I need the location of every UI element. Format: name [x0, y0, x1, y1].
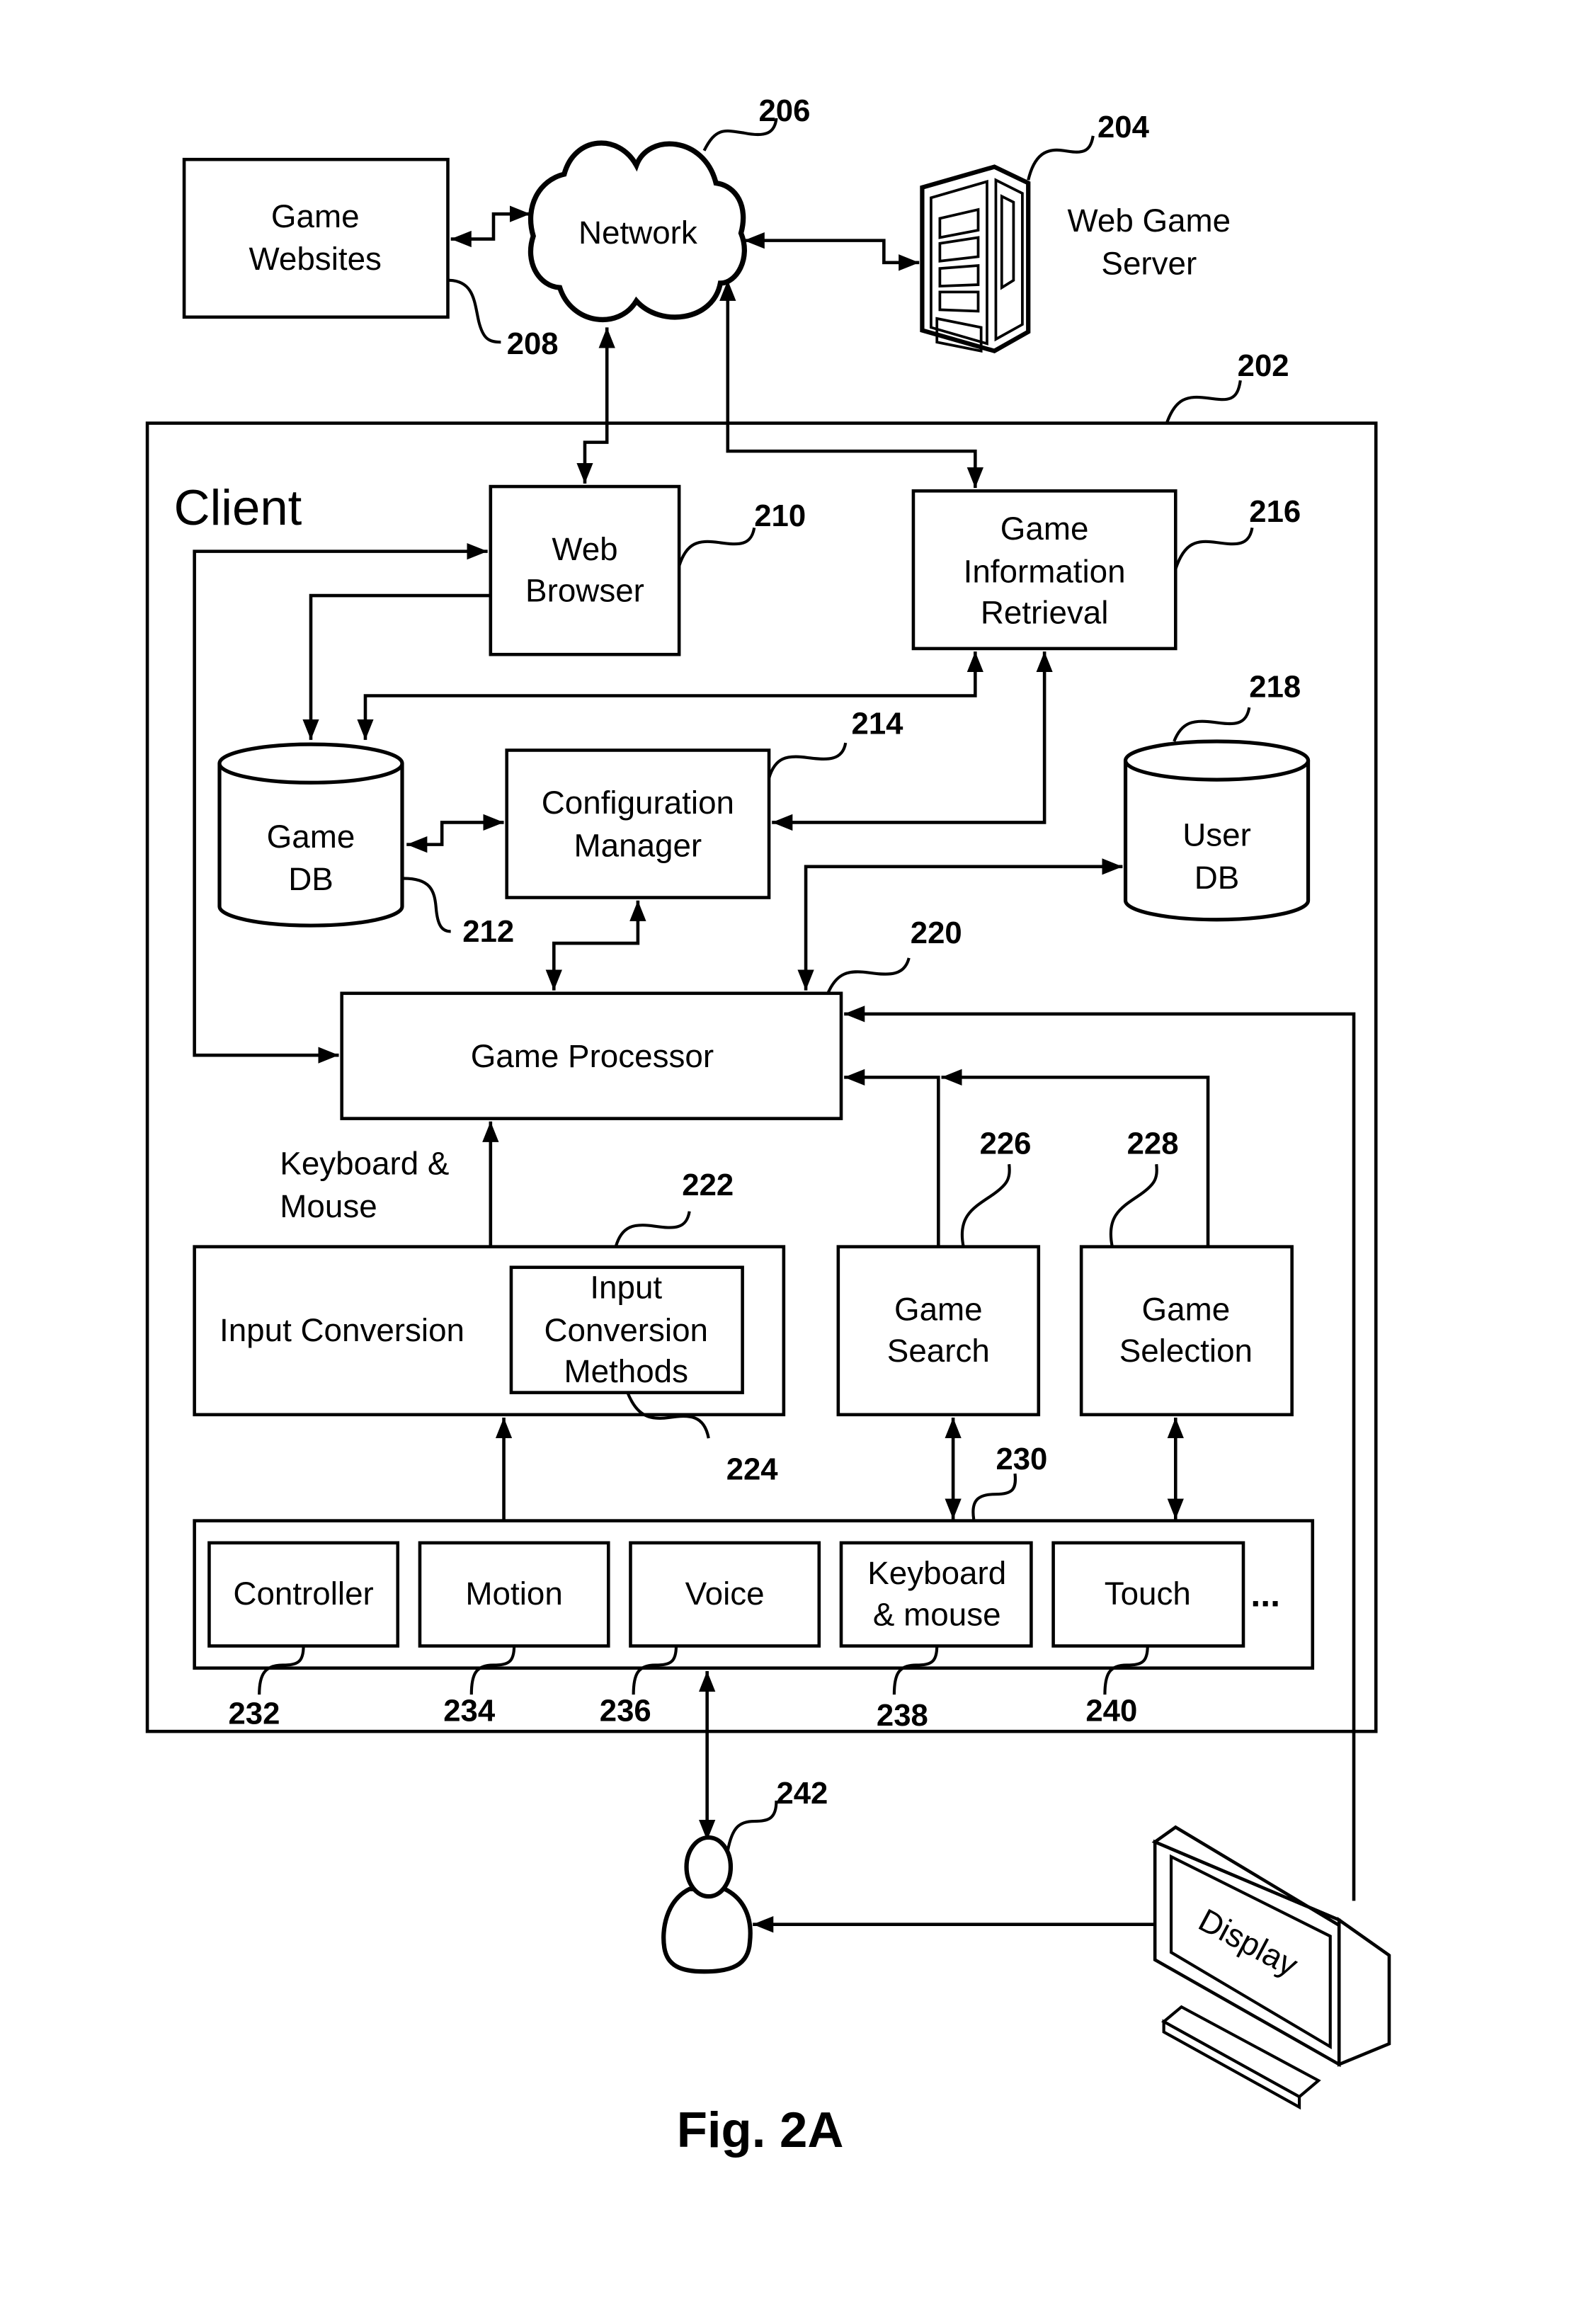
web-game-server-label-2: Server	[1101, 245, 1197, 281]
icm-label-2: Conversion	[544, 1312, 708, 1348]
game-processor-label: Game Processor	[471, 1038, 714, 1074]
input-conversion-node: Input Conversion Input Conversion Method…	[193, 1245, 786, 1417]
server-icon	[920, 164, 1031, 354]
device-voice: Voice	[629, 1541, 821, 1648]
device-controller: Controller	[207, 1541, 400, 1648]
figure-caption: Fig. 2A	[677, 2102, 844, 2158]
config-manager-label-1: Configuration	[542, 785, 734, 821]
game-selection-label-2: Selection	[1119, 1333, 1253, 1369]
device-touch: Touch	[1051, 1541, 1245, 1648]
web-browser-label-1: Web	[552, 531, 617, 567]
game-db-label-2: DB	[288, 861, 333, 897]
game-selection-node: Game Selection	[1079, 1245, 1294, 1417]
user-db-label-2: DB	[1194, 860, 1240, 896]
ref-214: 214	[852, 707, 904, 741]
game-search-node: Game Search	[836, 1245, 1041, 1417]
ref-224: 224	[726, 1452, 779, 1486]
ref-210: 210	[754, 499, 806, 533]
game-websites-label-2: Websites	[249, 241, 382, 277]
config-manager-label-2: Manager	[574, 827, 702, 863]
ref-230: 230	[996, 1442, 1047, 1476]
ref-228: 228	[1127, 1127, 1179, 1161]
user-db-node: User DB	[1123, 739, 1311, 922]
ref-226: 226	[980, 1127, 1032, 1161]
ref-220: 220	[911, 916, 962, 950]
keyboard-mouse-label-1: Keyboard &	[280, 1146, 449, 1182]
game-processor-node: Game Processor	[340, 991, 843, 1120]
ref-240: 240	[1085, 1694, 1137, 1728]
icm-label-3: Methods	[564, 1353, 688, 1389]
connector-network-server	[743, 232, 920, 271]
game-db-node: Game DB	[217, 742, 404, 928]
ref-204: 204	[1097, 110, 1150, 144]
game-db-label-1: Game	[267, 819, 355, 855]
device-keyboard-mouse: Keyboard & mouse	[839, 1541, 1033, 1648]
keyboard-and-mouse-label-1: Keyboard	[867, 1555, 1006, 1591]
ref-236: 236	[600, 1694, 651, 1728]
gir-label-2: Information	[964, 553, 1126, 589]
device-motion: Motion	[418, 1541, 610, 1648]
ref-216: 216	[1249, 494, 1301, 529]
game-search-label-2: Search	[887, 1333, 990, 1369]
client-label: Client	[174, 479, 302, 535]
game-information-retrieval-node: Game Information Retrieval	[911, 489, 1177, 651]
ref-212: 212	[462, 914, 514, 949]
input-conversion-label: Input Conversion	[219, 1312, 464, 1348]
ref-232: 232	[228, 1697, 280, 1731]
user-db-label-1: User	[1182, 817, 1251, 853]
ref-208: 208	[507, 326, 559, 361]
web-browser-label-2: Browser	[525, 572, 644, 608]
network-label: Network	[578, 215, 697, 251]
ref-202: 202	[1238, 348, 1289, 383]
gir-label-1: Game	[1000, 511, 1089, 547]
more-devices-ellipsis: ...	[1250, 1574, 1280, 1614]
touch-label: Touch	[1105, 1576, 1191, 1612]
game-selection-label-1: Game	[1142, 1292, 1231, 1328]
game-websites-label-1: Game	[271, 198, 360, 234]
game-search-label-1: Game	[894, 1292, 983, 1328]
configuration-manager-node: Configuration Manager	[505, 748, 771, 899]
ref-238: 238	[877, 1698, 928, 1733]
ref-218: 218	[1249, 670, 1301, 705]
network-cloud: Network	[528, 140, 747, 323]
ref-222: 222	[682, 1168, 734, 1202]
web-game-server-label-1: Web Game	[1068, 203, 1231, 239]
ref-206: 206	[758, 93, 810, 128]
ref-242: 242	[776, 1776, 828, 1811]
game-websites-node: Game Websites	[182, 157, 450, 319]
web-browser-node: Web Browser	[489, 484, 681, 656]
diagram: Game Websites 208 Network 206 Web Game S…	[145, 93, 1391, 2158]
icm-label-1: Input	[590, 1269, 662, 1305]
keyboard-mouse-label-2: Mouse	[280, 1188, 377, 1224]
voice-label: Voice	[685, 1576, 765, 1612]
user-icon	[661, 1835, 753, 1974]
gir-label-3: Retrieval	[981, 595, 1109, 631]
connector-websites-network	[450, 205, 530, 248]
motion-label: Motion	[465, 1576, 562, 1612]
controller-label: Controller	[233, 1576, 373, 1612]
keyboard-and-mouse-label-2: & mouse	[873, 1596, 1001, 1632]
ref-234: 234	[443, 1694, 496, 1728]
